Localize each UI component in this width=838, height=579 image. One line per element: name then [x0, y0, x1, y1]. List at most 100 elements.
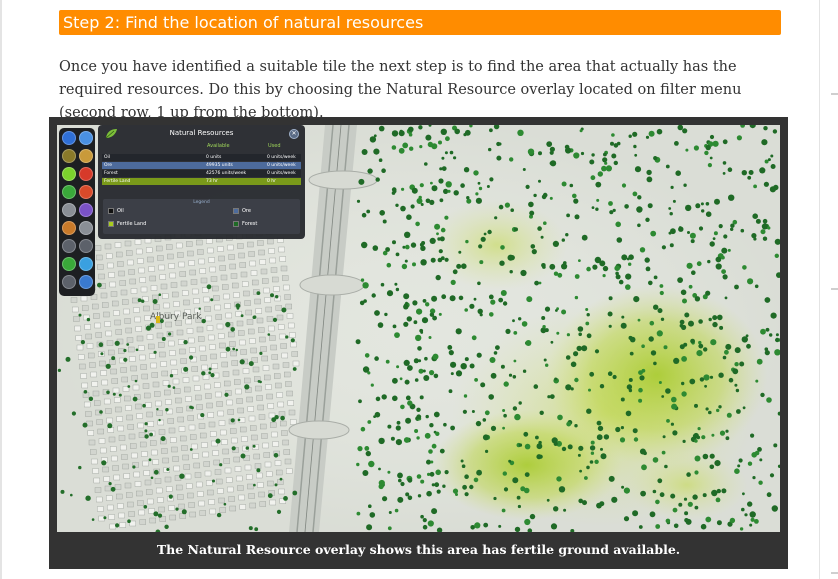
tree	[427, 141, 434, 148]
building	[219, 507, 227, 513]
building	[170, 359, 177, 366]
tree	[665, 164, 670, 169]
land-value-icon[interactable]	[62, 185, 76, 199]
electricity-icon[interactable]	[79, 131, 93, 145]
tree	[361, 241, 368, 249]
building	[155, 400, 162, 407]
tree	[659, 290, 664, 296]
crime-icon[interactable]	[62, 203, 76, 217]
tree	[402, 142, 409, 149]
tree	[764, 297, 771, 303]
building	[287, 400, 295, 406]
education-icon[interactable]	[79, 149, 93, 163]
building	[161, 448, 168, 454]
tree	[563, 508, 567, 512]
building	[154, 478, 162, 484]
tree	[126, 343, 130, 346]
tree	[711, 433, 715, 437]
tree	[424, 162, 428, 166]
water-icon[interactable]	[62, 131, 76, 145]
tree	[766, 492, 772, 498]
tree	[718, 405, 722, 409]
tree	[477, 281, 481, 286]
tree	[272, 317, 278, 322]
tree	[689, 232, 696, 239]
tree	[646, 169, 652, 176]
building	[141, 373, 149, 380]
fire-icon[interactable]	[79, 185, 93, 199]
building	[147, 421, 155, 427]
tree	[698, 319, 703, 324]
wind-icon[interactable]	[79, 257, 93, 271]
tree	[653, 304, 659, 310]
building	[74, 325, 81, 332]
traffic-icon[interactable]	[62, 275, 76, 289]
noise-icon[interactable]	[62, 221, 76, 235]
building	[254, 463, 262, 469]
building	[177, 252, 184, 258]
happiness-icon[interactable]	[62, 167, 76, 181]
tree	[405, 492, 410, 497]
building	[280, 265, 288, 272]
building	[258, 249, 265, 256]
resource-used: 0 units/week	[267, 155, 296, 160]
clock-icon[interactable]	[79, 275, 93, 289]
death-care-icon[interactable]	[62, 239, 76, 253]
building	[219, 429, 227, 436]
tree	[553, 441, 558, 446]
tree	[679, 319, 685, 325]
tree	[672, 199, 676, 203]
tree	[503, 413, 507, 418]
building	[187, 250, 194, 257]
tree	[615, 426, 621, 433]
tree	[183, 340, 188, 345]
garbage-icon[interactable]	[62, 149, 76, 163]
tree	[529, 513, 536, 520]
tree	[712, 321, 718, 328]
natural-resources-icon[interactable]	[79, 203, 93, 217]
tree	[610, 141, 614, 146]
close-button[interactable]: ✕	[289, 129, 299, 139]
tree	[438, 249, 443, 254]
building	[157, 342, 165, 348]
tree	[526, 296, 533, 303]
tree	[252, 444, 256, 448]
tree	[410, 242, 417, 248]
public-transport-icon[interactable]	[79, 239, 93, 253]
pollution-icon[interactable]	[79, 221, 93, 235]
tree	[596, 434, 603, 441]
building	[281, 275, 289, 281]
tree	[254, 527, 259, 532]
tree	[235, 348, 238, 352]
tree	[460, 363, 467, 370]
tree	[483, 232, 487, 236]
building	[94, 245, 102, 251]
tree	[747, 278, 754, 285]
tree	[539, 410, 544, 415]
tree	[764, 350, 770, 356]
tree	[590, 440, 595, 445]
building	[203, 296, 210, 303]
building	[209, 431, 217, 437]
money-icon[interactable]	[62, 257, 76, 271]
building	[108, 349, 115, 356]
building	[177, 416, 185, 423]
tree	[449, 295, 456, 302]
health-icon[interactable]	[79, 167, 93, 181]
building	[199, 268, 207, 274]
tree	[744, 513, 748, 517]
tree	[585, 321, 590, 326]
tree	[436, 489, 441, 494]
tree	[615, 271, 619, 276]
tree	[419, 395, 424, 400]
building	[110, 368, 117, 375]
tree	[456, 263, 462, 269]
tree	[529, 210, 535, 216]
tree	[709, 241, 715, 247]
tree	[208, 367, 212, 371]
building	[168, 505, 175, 511]
tree	[450, 279, 456, 285]
tree	[672, 507, 678, 513]
building	[224, 467, 232, 474]
tree	[157, 513, 163, 518]
